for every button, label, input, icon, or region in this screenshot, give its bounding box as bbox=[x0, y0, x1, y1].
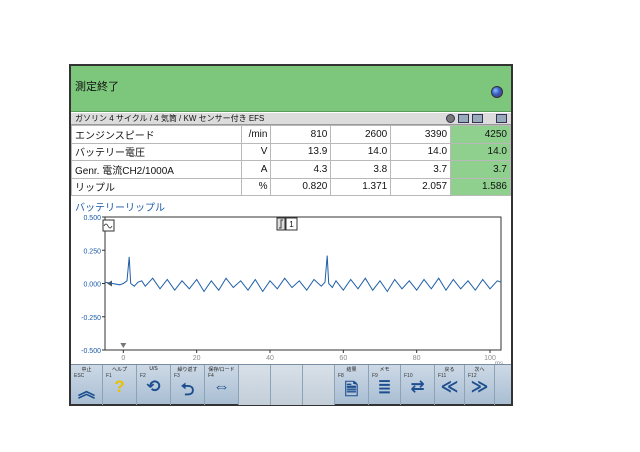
memo-icon: ≣ bbox=[377, 377, 392, 396]
function-key-label: 結果 bbox=[346, 367, 357, 373]
function-key-f4[interactable]: 保存/ロード F4 ⇔ bbox=[205, 365, 239, 405]
back-icon: ≪ bbox=[440, 377, 459, 396]
parameter-value: 2.057 bbox=[390, 177, 452, 196]
function-key-empty bbox=[271, 365, 303, 405]
function-key-f9[interactable]: メモ F9 ≣ bbox=[369, 365, 401, 405]
table-row: エンジンスピード/min 810 2600 3390 4250 bbox=[71, 125, 511, 144]
function-key-f8[interactable]: 結果 F8 🗎 bbox=[335, 365, 369, 405]
escape-icon: ︽ bbox=[78, 382, 95, 401]
display-icon[interactable] bbox=[458, 114, 469, 123]
parameter-value: 13.9 bbox=[270, 142, 332, 161]
parameter-name: リップル bbox=[71, 177, 242, 196]
parameter-unit: /min bbox=[240, 125, 272, 144]
function-key-label: 次へ bbox=[474, 367, 485, 373]
chart-title: バッテリーリップル bbox=[75, 203, 165, 214]
ripple-trace-line bbox=[104, 255, 502, 293]
parameter-value: 1.371 bbox=[330, 177, 392, 196]
parameter-value: 3390 bbox=[390, 125, 452, 144]
y-tick-label: -0.500 bbox=[81, 348, 101, 355]
battery-icon bbox=[496, 114, 507, 123]
status-globe-icon[interactable] bbox=[491, 86, 503, 98]
parameter-value: 4250 bbox=[450, 125, 511, 144]
parameter-value: 3.8 bbox=[330, 160, 392, 179]
x-tick-label: 20 bbox=[193, 355, 201, 362]
parameter-name: エンジンスピード bbox=[71, 125, 242, 144]
function-key-f12[interactable]: 次へ F12 ≫ bbox=[465, 365, 495, 405]
function-key-bar: 中止 ESC ︽ ヘルプ F1? U/S F2 ⟲ 繰り返す F3 ⮌ 保存/ロード F4 ⇔ 結果 F8 🗎 メ… bbox=[71, 364, 511, 405]
x-tick-label: 80 bbox=[413, 355, 421, 362]
engine-config-label: ガソリン 4 サイクル / 4 気筒 / KW センサー付き EFS bbox=[75, 114, 265, 123]
y-tick-label: 0.500 bbox=[83, 215, 101, 222]
table-row: リップル% 0.820 1.371 2.057 1.586 bbox=[71, 177, 511, 196]
trigger-marker-icon bbox=[120, 343, 127, 348]
table-row: Genr. 電流CH2/1000A A 4.3 3.8 3.7 3.7 bbox=[71, 160, 511, 179]
trigger-channel-label: 1 bbox=[289, 220, 294, 229]
parameter-value: 810 bbox=[270, 125, 332, 144]
function-key-f1[interactable]: ヘルプ F1? bbox=[103, 365, 137, 405]
next-icon: ≫ bbox=[470, 377, 489, 396]
record-icon[interactable] bbox=[446, 114, 455, 123]
title-bar: 測定終了 bbox=[71, 66, 511, 112]
x-tick-label: 40 bbox=[266, 355, 274, 362]
parameter-value: 3.7 bbox=[390, 160, 452, 179]
function-key-f3[interactable]: 繰り返す F3 ⮌ bbox=[171, 365, 205, 405]
parameter-name: バッテリー電圧 bbox=[71, 142, 242, 161]
function-key-label: 中止 bbox=[81, 367, 92, 373]
function-key-f11[interactable]: 戻る F11 ≪ bbox=[435, 365, 465, 405]
x-tick-label: 0 bbox=[121, 355, 125, 362]
settings-icon[interactable] bbox=[472, 114, 483, 123]
parameter-value: 0.820 bbox=[270, 177, 332, 196]
function-key-label: メモ bbox=[379, 367, 390, 373]
parameter-value: 3.7 bbox=[450, 160, 511, 179]
measurement-table: エンジンスピード/min 810 2600 3390 4250 バッテリー電圧 V 13.9 1… bbox=[71, 125, 511, 196]
y-tick-label: 0.000 bbox=[83, 282, 101, 289]
repeat-icon: ⮌ bbox=[180, 380, 195, 399]
function-key-label: ヘルプ bbox=[111, 367, 127, 373]
window-title: 測定終了 bbox=[75, 81, 119, 93]
subheader-icons bbox=[446, 114, 507, 123]
parameter-name: Genr. 電流CH2/1000A bbox=[71, 160, 242, 179]
function-key-esc[interactable]: 中止 ESC ︽ bbox=[71, 365, 103, 405]
parameter-value: 14.0 bbox=[330, 142, 392, 161]
parameter-value: 14.0 bbox=[390, 142, 452, 161]
save-load-icon: ⇔ bbox=[213, 377, 230, 396]
parameter-unit: % bbox=[240, 177, 272, 196]
transfer-icon: ⇄ bbox=[410, 377, 425, 396]
y-tick-label: -0.250 bbox=[81, 315, 101, 322]
result-icon: 🗎 bbox=[344, 380, 359, 399]
help-icon: ? bbox=[114, 377, 125, 396]
function-key-label: 繰り返す bbox=[177, 367, 198, 373]
gauge-icon: ⟲ bbox=[146, 377, 161, 396]
parameter-value: 4.3 bbox=[270, 160, 332, 179]
ripple-chart: 0.5000.2500.000-0.250-0.5000 20 40 60 80 100m… bbox=[81, 215, 503, 365]
parameter-value: 2600 bbox=[330, 125, 392, 144]
x-tick-label: 60 bbox=[339, 355, 347, 362]
tester-screen: 測定終了 ガソリン 4 サイクル / 4 気筒 / KW センサー付き EFS … bbox=[69, 64, 513, 406]
table-row: バッテリー電圧 V 13.9 14.0 14.0 14.0 bbox=[71, 142, 511, 161]
ripple-chart-panel: 0.500 0.250 0.000 -0.250 -0.500 0 20 40 60 80 100 m… bbox=[71, 197, 511, 366]
parameter-unit: V bbox=[240, 142, 272, 161]
function-key-empty bbox=[303, 365, 335, 405]
function-key-label: U/S bbox=[149, 366, 158, 372]
function-key-label: 保存/ロード bbox=[208, 367, 235, 373]
engine-config-bar: ガソリン 4 サイクル / 4 気筒 / KW センサー付き EFS bbox=[71, 113, 511, 125]
parameter-value: 1.586 bbox=[450, 177, 511, 196]
function-key-f2[interactable]: U/S F2 ⟲ bbox=[137, 365, 171, 405]
function-key-empty bbox=[239, 365, 271, 405]
parameter-value: 14.0 bbox=[450, 142, 511, 161]
function-key-label: 戻る bbox=[444, 367, 455, 373]
function-key-f10[interactable]: F10 ⇄ bbox=[401, 365, 435, 405]
y-tick-label: 0.250 bbox=[83, 248, 101, 255]
parameter-unit: A bbox=[240, 160, 272, 179]
